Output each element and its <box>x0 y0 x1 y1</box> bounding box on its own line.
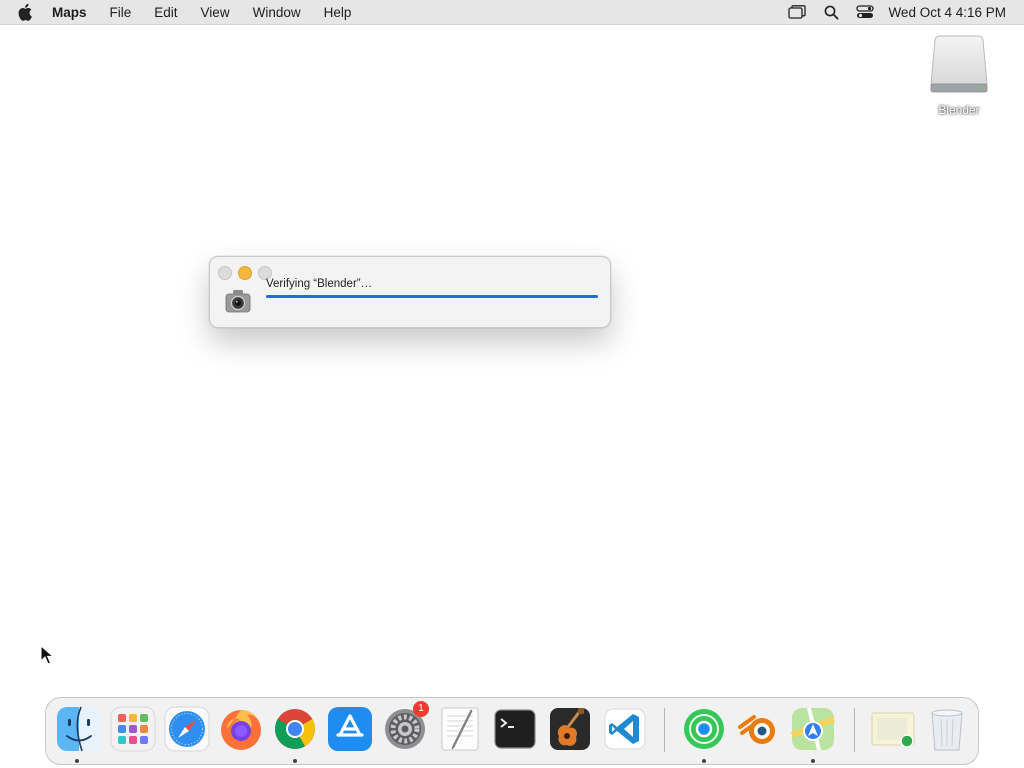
notification-badge: 1 <box>413 701 429 717</box>
menu-items: Maps File Edit View Window Help <box>52 5 374 20</box>
dock-finder[interactable] <box>55 705 103 753</box>
app-store-icon <box>328 707 372 751</box>
spotlight-search-icon[interactable] <box>820 1 842 23</box>
dock-find-my[interactable] <box>680 705 728 753</box>
screen-mirroring-icon[interactable] <box>786 1 808 23</box>
desktop-disk-image[interactable]: Blender <box>926 34 992 117</box>
progress-fill <box>266 295 598 298</box>
dock: 1 <box>45 697 979 765</box>
firefox-icon <box>221 710 261 750</box>
verify-dialog: Verifying “Blender”… <box>209 256 611 328</box>
dock-app-store[interactable] <box>326 705 374 753</box>
dock-separator <box>854 708 855 752</box>
status-area: Wed Oct 4 4:16 PM <box>786 0 1024 24</box>
disk-label: Blender <box>938 103 980 117</box>
downloads-stack-icon <box>871 712 915 748</box>
dock-trash[interactable] <box>923 705 971 753</box>
finder-icon <box>57 706 101 752</box>
textedit-icon <box>441 707 479 751</box>
dock-separator <box>664 708 665 752</box>
find-my-icon <box>684 709 724 749</box>
control-center-icon[interactable] <box>854 1 876 23</box>
gatekeeper-camera-icon <box>224 287 252 315</box>
dock-running-dot <box>702 759 706 763</box>
safari-icon <box>164 706 210 752</box>
mouse-cursor-icon <box>40 644 55 670</box>
terminal-icon <box>494 709 536 749</box>
menu-clock[interactable]: Wed Oct 4 4:16 PM <box>888 5 1006 20</box>
launchpad-icon <box>110 706 156 752</box>
menu-app-name[interactable]: Maps <box>52 5 87 20</box>
trash-icon <box>931 709 963 751</box>
menu-bar: Maps File Edit View Window Help Wed Oct … <box>0 0 1024 25</box>
dock-downloads-stack[interactable] <box>869 705 917 753</box>
chrome-icon <box>275 709 315 749</box>
menu-edit[interactable]: Edit <box>154 5 177 20</box>
progress-bar <box>266 295 598 298</box>
maps-icon <box>790 707 836 751</box>
menu-view[interactable]: View <box>201 5 230 20</box>
dock-launchpad[interactable] <box>109 705 157 753</box>
minimize-button[interactable] <box>238 266 252 280</box>
dock-blender[interactable] <box>734 705 782 753</box>
disk-image-icon <box>930 35 988 93</box>
dock-firefox[interactable] <box>217 705 265 753</box>
dock-system-settings[interactable]: 1 <box>381 701 429 753</box>
dock-garageband[interactable] <box>546 705 594 753</box>
garageband-icon <box>550 708 590 750</box>
menu-file[interactable]: File <box>110 5 132 20</box>
dock-running-dot <box>75 759 79 763</box>
close-button[interactable] <box>218 266 232 280</box>
dock-terminal[interactable] <box>491 705 539 753</box>
menu-help[interactable]: Help <box>324 5 352 20</box>
blender-icon <box>738 715 775 744</box>
dock-maps[interactable] <box>789 705 837 753</box>
apple-logo-icon[interactable] <box>18 3 36 21</box>
dock-textedit[interactable] <box>436 705 484 753</box>
menu-window[interactable]: Window <box>253 5 301 20</box>
dock-vscode[interactable] <box>601 705 649 753</box>
vscode-icon <box>604 708 646 750</box>
verify-message: Verifying “Blender”… <box>266 278 373 290</box>
dock-running-dot <box>811 759 815 763</box>
dock-running-dot <box>293 759 297 763</box>
dock-safari[interactable] <box>163 705 211 753</box>
dock-chrome[interactable] <box>271 705 319 753</box>
